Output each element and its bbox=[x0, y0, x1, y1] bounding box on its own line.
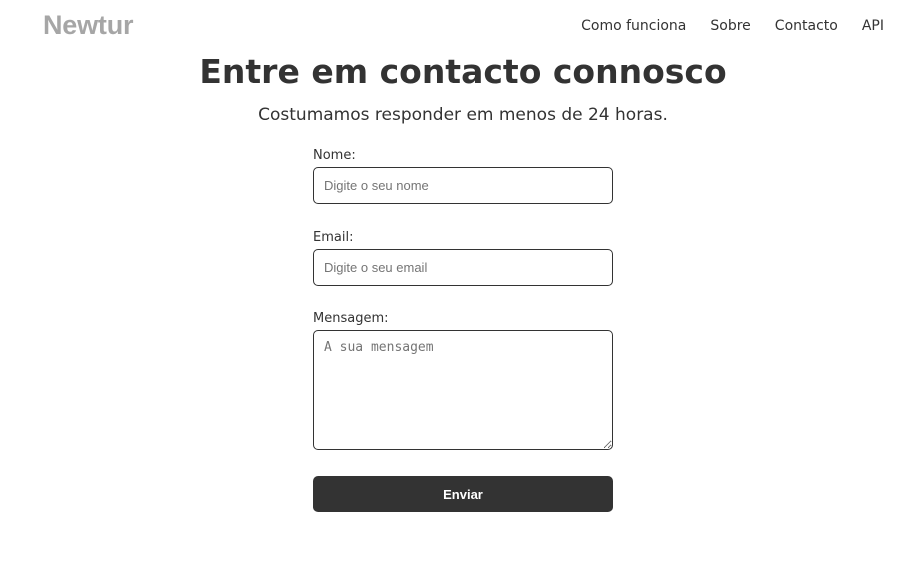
email-field-group: Email: bbox=[313, 230, 613, 286]
brand-logo[interactable]: Newtur bbox=[43, 10, 134, 41]
submit-button[interactable]: Enviar bbox=[313, 476, 613, 512]
nav-link-como-funciona[interactable]: Como funciona bbox=[581, 18, 686, 34]
nav-link-sobre[interactable]: Sobre bbox=[710, 18, 750, 34]
main-nav: Como funciona Sobre Contacto API bbox=[581, 18, 884, 34]
site-header: Newtur Como funciona Sobre Contacto API bbox=[0, 0, 919, 52]
email-input[interactable] bbox=[313, 249, 613, 286]
name-field-group: Nome: bbox=[313, 148, 613, 204]
nav-link-contacto[interactable]: Contacto bbox=[775, 18, 838, 34]
message-label: Mensagem: bbox=[313, 311, 389, 326]
message-field-group: Mensagem: bbox=[313, 311, 613, 450]
message-textarea[interactable] bbox=[313, 330, 613, 450]
name-input[interactable] bbox=[313, 167, 613, 204]
name-label: Nome: bbox=[313, 148, 356, 163]
page-subtitle: Costumamos responder em menos de 24 hora… bbox=[258, 105, 668, 125]
email-label: Email: bbox=[313, 230, 354, 245]
page-title: Entre em contacto connosco bbox=[199, 52, 727, 91]
nav-link-api[interactable]: API bbox=[862, 18, 884, 34]
